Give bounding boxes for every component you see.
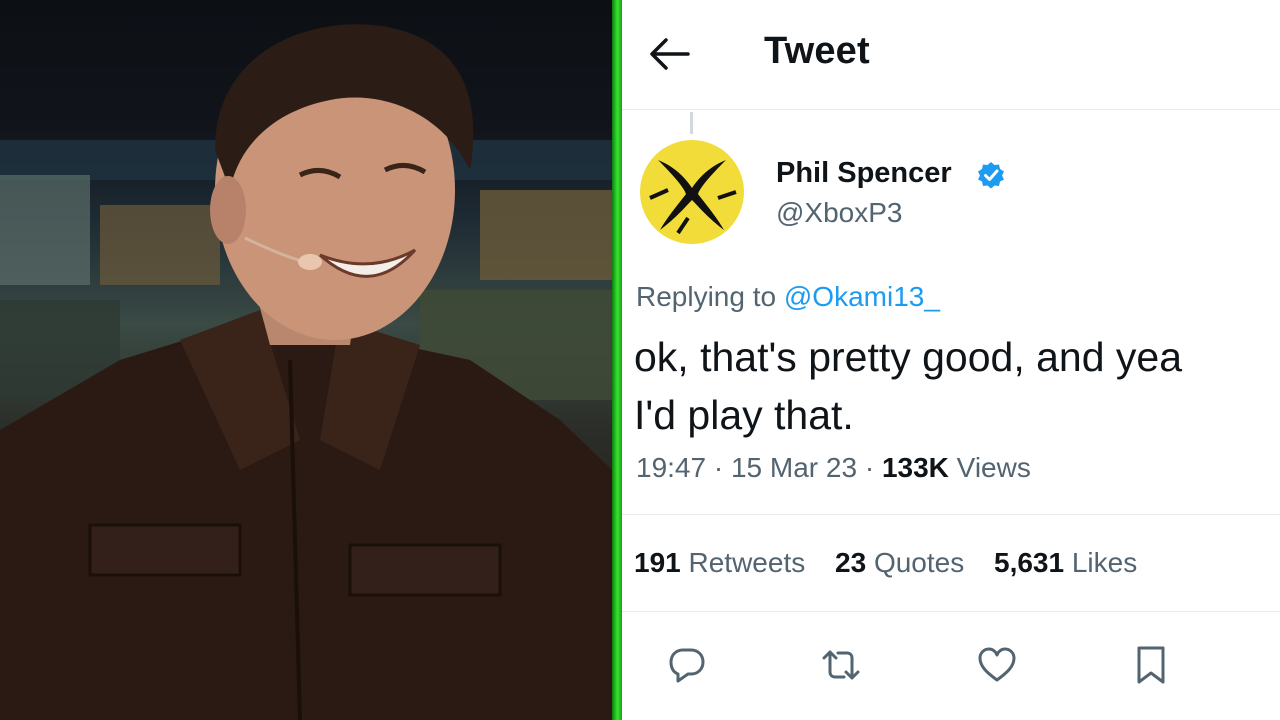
verified-badge-icon: [976, 160, 1006, 190]
quotes-count: 23: [835, 547, 867, 578]
heart-icon: [978, 647, 1016, 682]
views-label: Views: [956, 452, 1031, 483]
replying-to-label: Replying to: [636, 281, 777, 312]
tweet-header: Tweet: [622, 0, 1280, 110]
retweets-count: 191: [634, 547, 681, 578]
tweet-panel: Tweet Phil Spencer @XboxP3 Replying to @…: [622, 0, 1280, 720]
tweet-time[interactable]: 19:47: [636, 452, 706, 483]
avatar[interactable]: [638, 138, 746, 246]
reply-mention-link[interactable]: @Okami13_: [784, 281, 940, 312]
bookmark-icon: [1137, 646, 1165, 684]
arrow-left-icon[interactable]: [648, 32, 692, 76]
author-name[interactable]: Phil Spencer: [776, 157, 952, 190]
quotes-label: Quotes: [873, 547, 965, 578]
divider: [622, 514, 1280, 515]
quotes-stat[interactable]: 23 Quotes: [835, 547, 964, 579]
likes-stat[interactable]: 5,631 Likes: [994, 547, 1137, 579]
like-button[interactable]: [972, 640, 1022, 690]
reply-icon: [669, 648, 705, 683]
page-title: Tweet: [764, 30, 870, 72]
divider: [622, 611, 1280, 612]
author-handle[interactable]: @XboxP3: [776, 197, 903, 229]
retweet-button[interactable]: [816, 640, 866, 690]
replying-to: Replying to @Okami13_: [636, 281, 940, 313]
tweet-actions: [622, 640, 1280, 690]
views-count: 133K: [881, 452, 949, 483]
retweets-label: Retweets: [688, 547, 806, 578]
retweets-stat[interactable]: 191 Retweets: [634, 547, 805, 579]
tweet-text-line-2: I'd play that.: [634, 392, 854, 438]
tweet-text: ok, that's pretty good, and yea I'd play…: [634, 328, 1280, 444]
green-divider: [612, 0, 622, 720]
tweet-stats: 191 Retweets 23 Quotes 5,631 Likes: [634, 547, 1159, 579]
speaker-photo: [0, 24, 612, 720]
tweet-text-line-1: ok, that's pretty good, and yea: [634, 334, 1183, 380]
bookmark-button[interactable]: [1126, 640, 1176, 690]
tweet-meta: 19:47 · 15 Mar 23 · 133K Views: [636, 452, 1031, 483]
likes-label: Likes: [1071, 547, 1138, 578]
tweet-date[interactable]: 15 Mar 23: [731, 452, 857, 483]
thread-line: [690, 112, 693, 134]
xbox-logo-icon: [640, 140, 744, 244]
retweet-icon: [822, 650, 860, 680]
likes-count: 5,631: [994, 547, 1065, 578]
photo-panel: [0, 0, 612, 720]
reply-button[interactable]: [662, 640, 712, 690]
